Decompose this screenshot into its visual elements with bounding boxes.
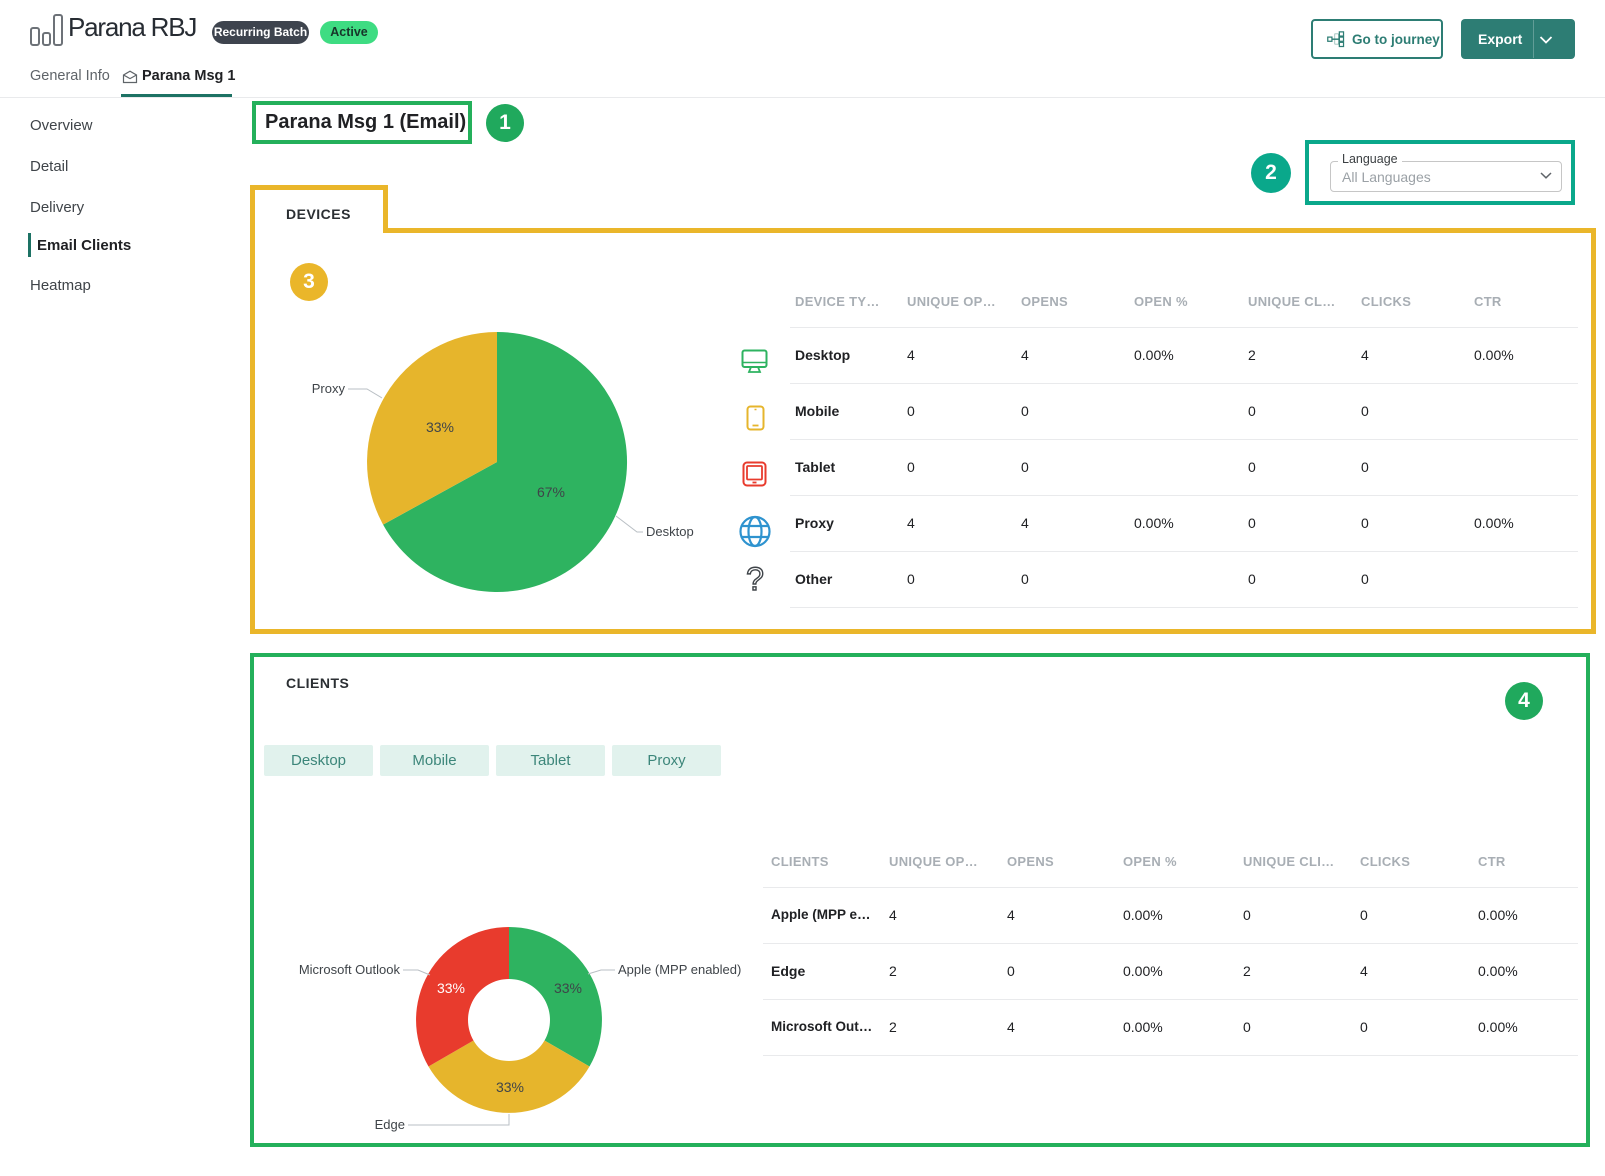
svg-text:33%: 33%	[437, 980, 465, 996]
svg-text:33%: 33%	[426, 419, 454, 435]
svg-text:33%: 33%	[554, 980, 582, 996]
svg-text:67%: 67%	[537, 484, 565, 500]
svg-text:Desktop: Desktop	[646, 524, 694, 539]
svg-text:Edge: Edge	[375, 1117, 405, 1132]
svg-text:Proxy: Proxy	[312, 381, 346, 396]
svg-text:33%: 33%	[496, 1079, 524, 1095]
svg-text:?: ?	[746, 563, 764, 595]
svg-text:Apple (MPP enabled): Apple (MPP enabled)	[618, 962, 741, 977]
svg-text:Microsoft Outlook: Microsoft Outlook	[299, 962, 401, 977]
